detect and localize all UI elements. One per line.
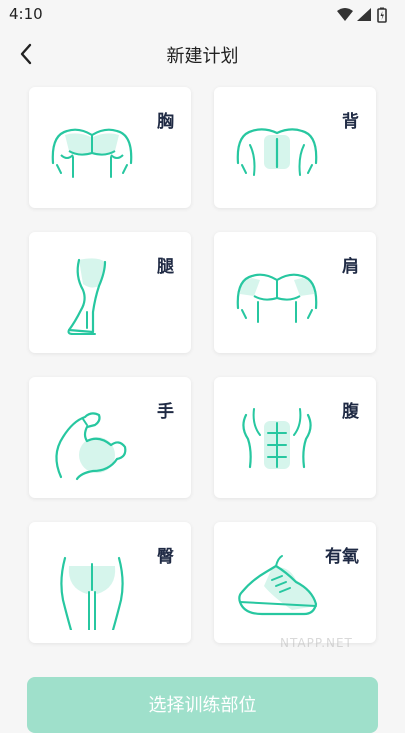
body-part-card-back[interactable]: 背 [214, 87, 376, 208]
abs-icon [242, 408, 312, 469]
body-part-label: 腹 [342, 402, 359, 422]
status-bar: 4:10 [0, 0, 405, 30]
status-time: 4:10 [9, 5, 43, 23]
body-part-card-legs[interactable]: 腿 [29, 232, 191, 353]
wifi-icon [337, 8, 353, 21]
glute-icon [60, 556, 124, 630]
arm-icon [55, 412, 127, 481]
body-part-card-abs[interactable]: 腹 [214, 377, 376, 498]
body-part-label: 臀 [157, 547, 174, 567]
body-part-label: 手 [157, 402, 174, 422]
body-part-card-glutes[interactable]: 臀 [29, 522, 191, 643]
body-part-card-cardio[interactable]: 有氧 [214, 522, 376, 643]
page-title: 新建计划 [166, 46, 239, 67]
leg-icon [67, 258, 107, 335]
status-icons [337, 7, 387, 23]
battery-icon [377, 7, 387, 23]
body-part-label: 腿 [157, 257, 174, 277]
body-part-label: 胸 [157, 112, 174, 132]
body-part-label: 肩 [342, 257, 359, 277]
back-icon [236, 128, 318, 176]
body-part-card-chest[interactable]: 胸 [29, 87, 191, 208]
sneaker-icon [238, 555, 318, 616]
body-part-card-shoulders[interactable]: 肩 [214, 232, 376, 353]
nav-bar: 新建计划 [0, 36, 405, 72]
chest-icon [51, 128, 133, 178]
select-body-part-button[interactable]: 选择训练部位 [27, 677, 378, 733]
body-part-label: 背 [342, 112, 359, 132]
shoulder-icon [236, 273, 318, 323]
watermark: NTAPP.NET [280, 636, 353, 650]
signal-icon [357, 8, 371, 21]
body-part-card-arms[interactable]: 手 [29, 377, 191, 498]
body-part-label: 有氧 [325, 547, 359, 567]
